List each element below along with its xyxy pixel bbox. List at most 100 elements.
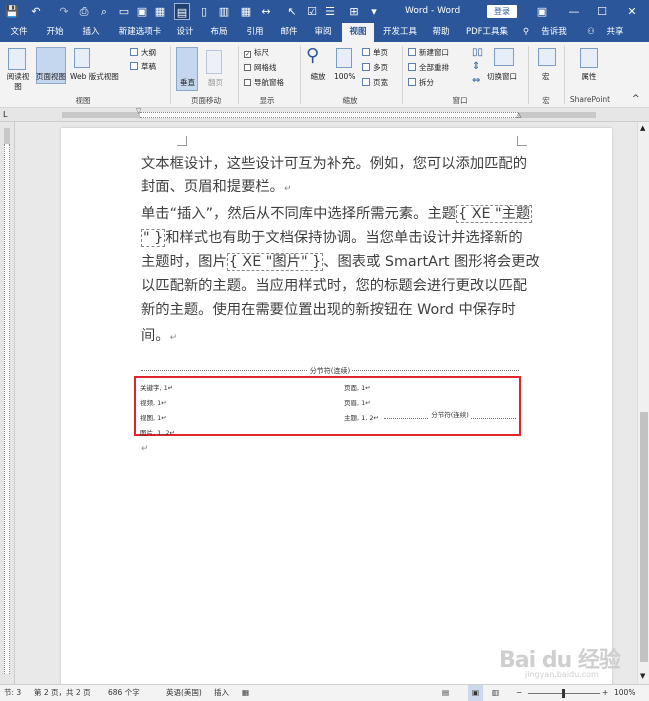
print-layout-status-icon[interactable]: ▣ — [468, 685, 484, 701]
index-entry[interactable]: 页眉, 1↵ — [344, 397, 371, 407]
vertical-scrollbar[interactable]: ▲ ▼ — [637, 122, 649, 684]
zoom-100-button[interactable]: 100% — [334, 72, 355, 82]
tab-mailings[interactable]: 邮件 — [276, 23, 302, 42]
table-icon[interactable]: ▦ — [152, 3, 168, 20]
index-entry[interactable]: 主题, 1, 2↵ — [344, 412, 379, 422]
ribbon-options-icon[interactable]: ▣ — [528, 0, 556, 23]
scrollbar-thumb[interactable] — [640, 412, 648, 662]
text-line-5[interactable]: 主题时，图片{ XE "图片" } 、图表或 SmartArt 图形将会更改 — [141, 250, 540, 274]
macro-record-icon[interactable]: ▦ — [242, 685, 249, 701]
grid-icon[interactable]: ⊞ — [346, 3, 362, 20]
outline-button[interactable]: 大纲 — [130, 48, 156, 58]
insert-mode[interactable]: 插入 — [214, 685, 229, 701]
redo-icon[interactable]: ↷ — [56, 3, 72, 20]
zoom-button[interactable]: 缩放 — [310, 72, 326, 82]
spacing-icon[interactable]: ↔ — [258, 3, 274, 20]
layout-icon[interactable]: ▦ — [238, 3, 254, 20]
tab-new[interactable]: 新建选项卡 — [114, 23, 166, 42]
macros-button[interactable]: 宏 — [542, 72, 550, 82]
split-button[interactable]: 拆分 — [408, 78, 434, 88]
tab-selector-icon[interactable]: L — [3, 110, 7, 119]
scroll-down-icon[interactable]: ▼ — [640, 672, 645, 680]
gridlines-checkbox[interactable]: 网格线 — [244, 63, 277, 73]
tab-references[interactable]: 引用 — [242, 23, 268, 42]
index-entry[interactable]: 图片, 1, 2↵ — [140, 427, 175, 437]
index-entry[interactable]: 视图, 1↵ — [140, 412, 167, 422]
pointer-icon[interactable]: ↖ — [284, 3, 300, 20]
read-mode-button[interactable]: 阅读视图 — [5, 72, 31, 92]
draft-button[interactable]: 草稿 — [130, 62, 156, 72]
text-line-7[interactable]: 新的主题。使用在需要位置出现的新按钮在 Word 中保存时 — [141, 298, 516, 322]
new-window-button[interactable]: 新建窗口 — [408, 48, 449, 58]
xe-field-picture[interactable]: { XE "图片" } — [226, 253, 324, 271]
zoom-level[interactable]: 100% — [614, 685, 635, 701]
index-entry[interactable]: 关键字, 1↵ — [140, 382, 173, 392]
text-line-2[interactable]: 封面、页眉和提要栏。↵ — [141, 175, 292, 201]
tab-developer[interactable]: 开发工具 — [380, 23, 420, 42]
text-line-1[interactable]: 文本框设计，这些设计可互为补充。例如，您可以添加匹配的 — [141, 152, 527, 176]
text-line-4[interactable]: " } 和样式也有助于文档保持协调。当您单击设计并选择新的 — [141, 226, 523, 250]
properties-button[interactable]: 属性 — [581, 72, 597, 82]
open-icon[interactable]: ▭ — [116, 3, 132, 20]
customize-qat-icon[interactable]: ▾ — [366, 3, 382, 20]
horizontal-ruler[interactable]: L ▽ △ — [0, 107, 649, 122]
switch-windows-button[interactable]: 切换窗口 — [487, 72, 517, 82]
right-indent-icon[interactable]: △ — [516, 111, 521, 119]
section-indicator[interactable]: 节: 3 — [4, 685, 21, 701]
undo-icon[interactable]: ↶ — [28, 3, 44, 20]
reset-position-icon[interactable]: ⇔ — [472, 76, 480, 86]
focus-mode-icon[interactable]: ▤ — [442, 685, 449, 701]
one-page-button[interactable]: 单页 — [362, 48, 388, 58]
zoom-slider-thumb[interactable] — [562, 689, 565, 698]
xe-field-theme[interactable]: { XE "主题 — [456, 205, 533, 223]
tab-file[interactable]: 文件 — [6, 23, 32, 42]
nav-pane-checkbox[interactable]: 导航窗格 — [244, 78, 284, 88]
share-button[interactable]: 共享 — [600, 23, 630, 42]
xe-field-theme-end[interactable]: " } — [141, 229, 166, 247]
word-count[interactable]: 686 个字 — [108, 685, 140, 701]
tab-home[interactable]: 开始 — [42, 23, 68, 42]
list-icon[interactable]: ☰ — [322, 3, 338, 20]
side-to-side-button[interactable]: 翻页 — [208, 78, 223, 88]
print-preview-icon[interactable]: ⎙ — [76, 3, 92, 20]
close-button[interactable]: ✕ — [618, 0, 646, 23]
zoom-in-icon[interactable]: + — [602, 685, 608, 701]
login-button[interactable]: 登录 — [487, 5, 517, 18]
collapse-ribbon-icon[interactable]: ^ — [632, 94, 640, 104]
ruler-checkbox[interactable]: ✓ 标尺 — [244, 48, 269, 58]
multiple-pages-button[interactable]: 多页 — [362, 63, 388, 73]
tab-insert[interactable]: 插入 — [78, 23, 104, 42]
text-line-3[interactable]: 单击“插入”，然后从不同库中选择所需元素。主题{ XE "主题 — [141, 202, 533, 226]
columns-icon[interactable]: ▥ — [216, 3, 232, 20]
web-layout-button[interactable]: Web 版式视图 — [70, 72, 119, 82]
vertical-button[interactable]: 垂直 — [180, 78, 195, 88]
scroll-up-icon[interactable]: ▲ — [640, 124, 645, 132]
vertical-ruler[interactable] — [0, 122, 15, 684]
tab-view[interactable]: 视图 — [342, 23, 374, 42]
page-indicator[interactable]: 第 2 页，共 2 页 — [34, 685, 91, 701]
tab-pdf[interactable]: PDF工具集 — [462, 23, 512, 42]
language-indicator[interactable]: 英语(美国) — [166, 685, 202, 701]
web-layout-status-icon[interactable]: ▥ — [492, 685, 499, 701]
text-line-6[interactable]: 以匹配新的主题。当应用样式时，您的标题会进行更改以匹配 — [141, 274, 527, 298]
side-by-side-icon[interactable]: ▯▯ — [472, 48, 483, 58]
document-page[interactable]: 文本框设计，这些设计可互为补充。例如，您可以添加匹配的 封面、页眉和提要栏。↵ … — [61, 128, 612, 684]
maximize-button[interactable]: ☐ — [588, 0, 616, 23]
reading-mode-icon[interactable]: ▤ — [174, 3, 190, 20]
page-width-button[interactable]: 页宽 — [362, 78, 388, 88]
sync-scroll-icon[interactable]: ⇕ — [472, 62, 480, 72]
check-icon[interactable]: ☑ — [304, 3, 320, 20]
tab-review[interactable]: 审阅 — [310, 23, 336, 42]
tab-design[interactable]: 设计 — [172, 23, 198, 42]
tell-me-search[interactable]: 告诉我 — [536, 23, 572, 42]
index-entry[interactable]: 页面, 1↵ — [344, 382, 371, 392]
indent-marker-icon[interactable]: ▽ — [136, 107, 141, 115]
arrange-all-button[interactable]: 全部重排 — [408, 63, 449, 73]
save-icon[interactable]: 💾 — [4, 3, 20, 20]
minimize-button[interactable]: — — [560, 0, 588, 23]
format-icon[interactable]: ▯ — [196, 3, 212, 20]
print-layout-button[interactable]: 页面视图 — [36, 72, 66, 82]
tab-layout[interactable]: 布局 — [206, 23, 232, 42]
index-entry[interactable]: 视频, 1↵ — [140, 397, 167, 407]
zoom-out-icon[interactable]: − — [516, 685, 522, 701]
